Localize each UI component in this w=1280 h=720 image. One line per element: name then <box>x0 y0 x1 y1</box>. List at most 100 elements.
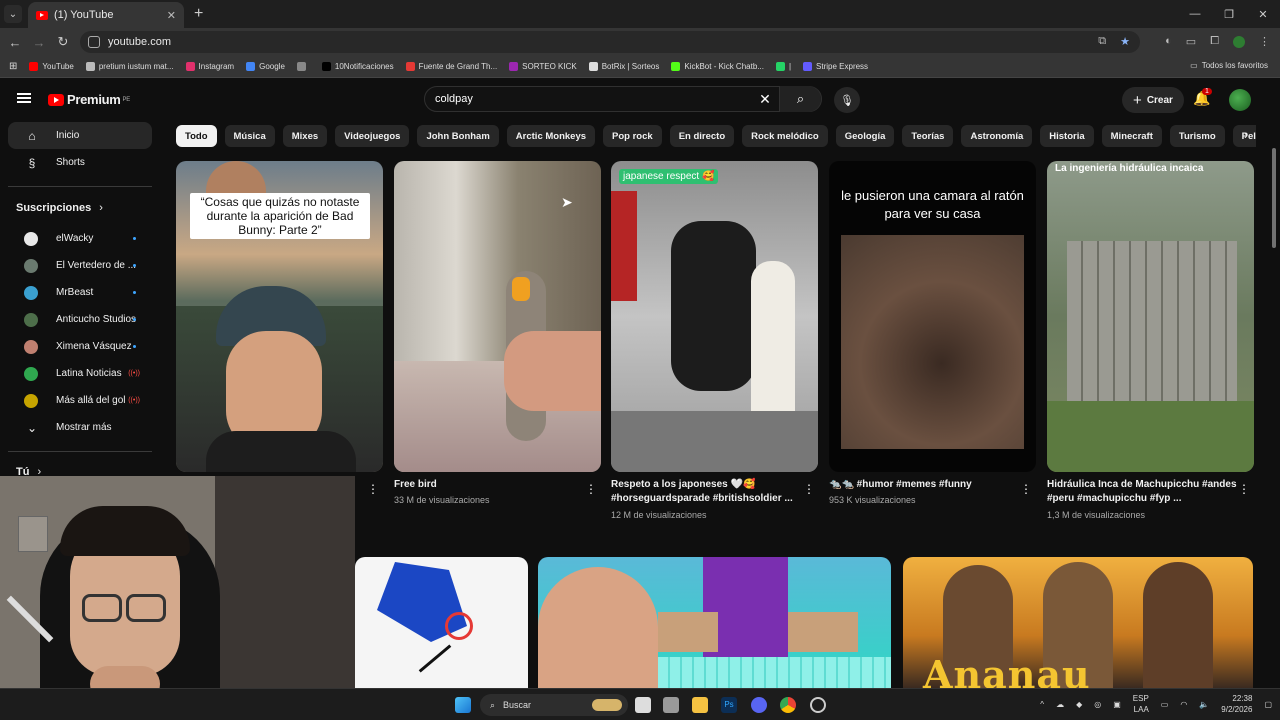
back-icon[interactable]: ← <box>3 35 27 50</box>
wifi-icon[interactable]: ◠ <box>1180 700 1187 709</box>
bookmark-item[interactable]: Fuente de Grand Th... <box>405 62 497 71</box>
more-options-icon[interactable]: ⋮ <box>1020 482 1032 496</box>
sidebar-item-shorts[interactable]: § Shorts <box>8 149 152 176</box>
subscriptions-heading[interactable]: Suscripciones › <box>0 197 160 221</box>
filter-chip[interactable]: Música <box>224 125 275 147</box>
bookmark-item[interactable]: 10Notificaciones <box>321 62 394 71</box>
filter-chip[interactable]: Videojuegos <box>335 125 410 147</box>
browser-tab[interactable]: (1) YouTube ✕ <box>28 2 184 28</box>
obs-icon[interactable] <box>810 697 826 713</box>
apps-grid-icon[interactable]: ⊞ <box>9 61 17 72</box>
filter-chip[interactable]: Teorías <box>902 125 954 147</box>
youtube-logo[interactable]: Premium PE <box>48 92 130 107</box>
tray-app-icon[interactable]: ◎ <box>1094 700 1101 709</box>
bookmark-item[interactable]: SORTEO KICK <box>509 62 577 71</box>
filter-chip[interactable]: Todo <box>176 125 217 147</box>
bookmark-item[interactable]: Stripe Express <box>803 62 868 71</box>
filter-chip[interactable]: Mixes <box>282 125 328 147</box>
bookmark-item[interactable]: Google <box>246 62 285 71</box>
subscription-item[interactable]: Latina Noticias ((•)) <box>8 360 152 387</box>
show-more-button[interactable]: ⌄ Mostrar más <box>8 414 152 441</box>
bookmark-item[interactable]: YouTube <box>29 62 74 71</box>
photoshop-icon[interactable]: Ps <box>721 697 737 713</box>
filter-chip[interactable]: Geología <box>835 125 895 147</box>
restore-icon[interactable]: ❐ <box>1212 0 1246 28</box>
chips-next-icon[interactable]: › <box>1244 128 1248 142</box>
video-thumbnail[interactable]: Ananau <box>903 557 1253 688</box>
tab-search-icon[interactable]: ⌄ <box>4 5 22 23</box>
address-bar[interactable]: youtube.com ⧉ ★ <box>80 31 1140 53</box>
profile-avatar-icon[interactable] <box>1233 36 1245 48</box>
bookmark-item[interactable] <box>296 62 310 71</box>
short-title[interactable]: 🐀🐀 #humor #memes #funny <box>829 478 1019 492</box>
filter-chip[interactable]: Minecraft <box>1101 125 1162 147</box>
bookmark-item[interactable]: | <box>775 62 791 71</box>
search-input[interactable]: coldpay <box>435 93 751 105</box>
language-indicator[interactable]: ESP LAA <box>1133 693 1149 715</box>
subscription-item[interactable]: elWacky <box>8 225 152 252</box>
tab-close-icon[interactable]: ✕ <box>167 9 176 22</box>
notifications-icon[interactable]: ▢ <box>1264 700 1272 709</box>
bookmark-item[interactable]: Instagram <box>185 62 234 71</box>
filter-chip[interactable]: Pop rock <box>603 125 662 147</box>
short-title[interactable]: Hidráulica Inca de Machupicchu #andes #p… <box>1047 478 1237 506</box>
short-title[interactable]: Free bird <box>394 478 584 492</box>
windows-start-icon[interactable] <box>455 697 471 713</box>
more-options-icon[interactable]: ⋮ <box>585 482 597 496</box>
filter-chip[interactable]: Turismo <box>1169 125 1225 147</box>
extensions-puzzle-icon[interactable]: ⧠ <box>1210 35 1219 48</box>
menu-icon[interactable] <box>17 93 31 103</box>
extension-icon[interactable]: ◐ <box>1165 35 1172 48</box>
short-title[interactable]: Respeto a los japoneses 🤍🥰 #horseguardsp… <box>611 478 801 506</box>
reload-icon[interactable]: ↻ <box>51 34 75 50</box>
tray-app-icon[interactable]: ▣ <box>1113 700 1121 709</box>
task-view-icon[interactable] <box>635 697 651 713</box>
short-thumbnail[interactable]: japanese respect 🥰 <box>611 161 818 472</box>
volume-icon[interactable]: 🔈 <box>1199 700 1209 709</box>
sidebar-item-inicio[interactable]: ⌂ Inicio <box>8 122 152 149</box>
install-app-icon[interactable]: ⧉ <box>1098 35 1106 48</box>
chrome-menu-icon[interactable]: ⋮ <box>1259 35 1270 48</box>
bookmark-star-icon[interactable]: ★ <box>1120 35 1130 48</box>
close-window-icon[interactable]: ✕ <box>1246 0 1280 28</box>
search-icon[interactable]: ⌕ <box>779 86 821 112</box>
filter-chip[interactable]: Rock melódico <box>742 125 828 147</box>
subscription-item[interactable]: Más allá del gol ((•)) <box>8 387 152 414</box>
forward-icon[interactable]: → <box>27 35 51 50</box>
more-options-icon[interactable]: ⋮ <box>803 482 815 496</box>
chrome-icon[interactable] <box>780 697 796 713</box>
subscription-item[interactable]: Anticucho Studios <box>8 306 152 333</box>
all-bookmarks[interactable]: ▭ Todos los favoritos <box>1190 61 1268 70</box>
discord-icon[interactable] <box>751 697 767 713</box>
taskbar-search[interactable]: ⌕ Buscar <box>480 694 628 716</box>
bookmark-item[interactable]: BotRix | Sorteos <box>588 62 659 71</box>
short-thumbnail[interactable]: La ingeniería hidráulica incaica <box>1047 161 1254 472</box>
short-thumbnail[interactable]: “Cosas que quizás no notaste durante la … <box>176 161 383 472</box>
clock[interactable]: 22:38 9/2/2026 <box>1221 693 1252 715</box>
page-scrollbar[interactable] <box>1272 148 1276 248</box>
minimize-icon[interactable]: — <box>1178 0 1212 28</box>
file-explorer-icon[interactable] <box>692 697 708 713</box>
more-options-icon[interactable]: ⋮ <box>367 482 379 496</box>
video-thumbnail[interactable] <box>355 557 528 688</box>
filter-chip[interactable]: Arctic Monkeys <box>506 125 596 147</box>
filter-chip[interactable]: John Bonham <box>417 125 499 147</box>
microphone-icon[interactable]: 🎙 <box>834 87 860 113</box>
short-thumbnail[interactable]: le pusieron una camara al ratón para ver… <box>829 161 1036 472</box>
more-options-icon[interactable]: ⋮ <box>1238 482 1250 496</box>
app-icon[interactable] <box>663 697 679 713</box>
video-thumbnail[interactable] <box>538 557 891 688</box>
filter-chip[interactable]: En directo <box>669 125 735 147</box>
site-info-icon[interactable] <box>88 36 100 48</box>
tray-expand-icon[interactable]: ^ <box>1040 700 1044 709</box>
subscription-item[interactable]: Ximena Vásquez <box>8 333 152 360</box>
subscription-item[interactable]: MrBeast <box>8 279 152 306</box>
extension-icon[interactable]: ▭ <box>1186 35 1196 48</box>
account-avatar[interactable] <box>1229 89 1251 111</box>
bookmark-item[interactable]: pretium iustum mat... <box>85 62 174 71</box>
display-icon[interactable]: ▭ <box>1161 700 1169 709</box>
subscription-item[interactable]: El Vertedero de ... <box>8 252 152 279</box>
bookmark-item[interactable]: KickBot - Kick Chatb... <box>671 62 764 71</box>
new-tab-button[interactable]: + <box>194 5 203 23</box>
filter-chip[interactable]: Astronomía <box>961 125 1033 147</box>
